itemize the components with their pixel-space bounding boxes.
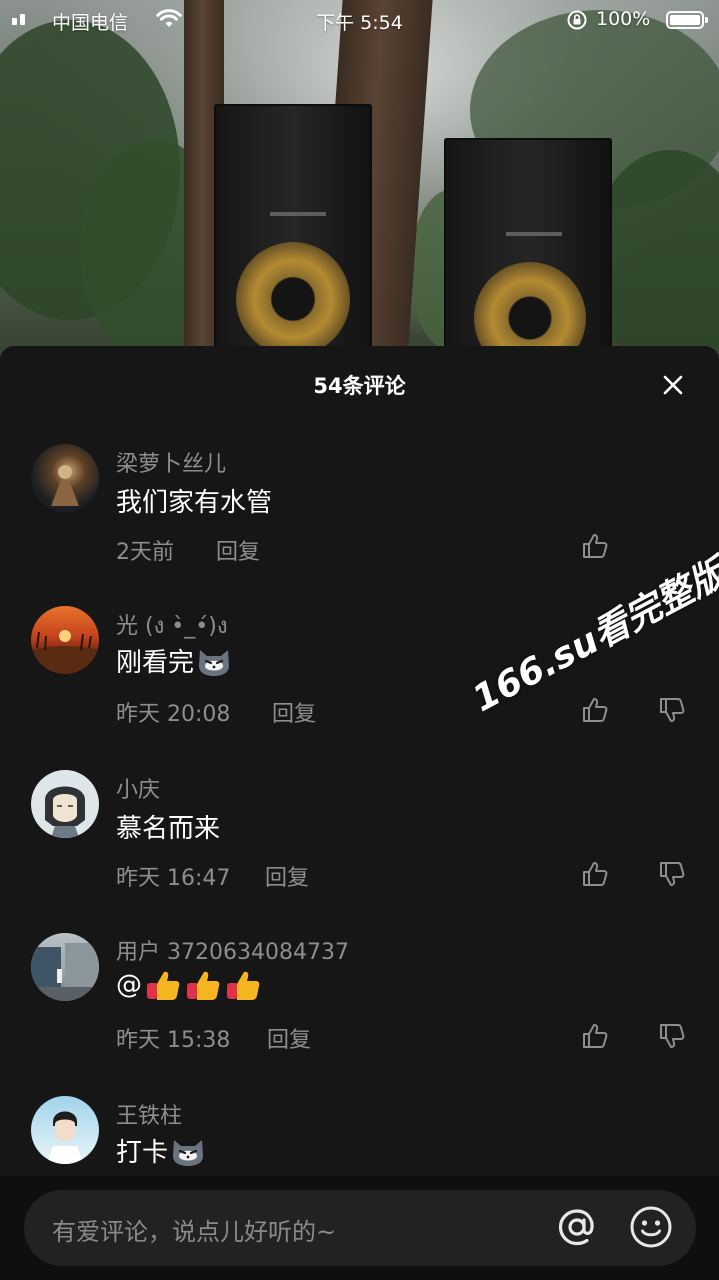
- comment-input[interactable]: 有爱评论，说点儿好听的~: [24, 1190, 696, 1266]
- comment-username[interactable]: 王铁柱: [116, 1098, 182, 1130]
- speaker-left: [214, 104, 372, 360]
- comment-item: 王铁柱 打卡: [0, 1094, 719, 1176]
- cat-emoji-icon: [199, 649, 230, 676]
- comment-text-label: 刚看完: [116, 648, 195, 678]
- battery-percent: 100%: [596, 8, 651, 30]
- reply-button[interactable]: 回复: [272, 696, 316, 728]
- comment-text: 刚看完: [116, 642, 232, 679]
- thumbs-up-emoji-icon: [187, 971, 220, 1000]
- like-icon[interactable]: [581, 532, 609, 560]
- avatar[interactable]: [31, 933, 99, 1001]
- panel-header: 54条评论: [0, 346, 719, 424]
- comment-text: @: [116, 968, 262, 1002]
- dislike-icon[interactable]: [658, 1022, 686, 1050]
- cat-emoji-icon: [173, 1139, 204, 1166]
- battery-icon: [666, 11, 708, 29]
- comment-username[interactable]: 小庆: [116, 772, 160, 804]
- reply-button[interactable]: 回复: [216, 534, 260, 566]
- comment-text: 慕名而来: [116, 808, 220, 845]
- mention-icon[interactable]: [554, 1204, 600, 1250]
- comment-time: 2天前: [116, 540, 174, 565]
- comment-time: 昨天 16:47: [116, 866, 231, 891]
- panel-title: 54条评论: [313, 374, 406, 398]
- avatar[interactable]: [31, 444, 99, 512]
- screen: 中国电信 下午 5:54 100% 54条评论 梁萝卜丝儿 我们家有水管 2天前…: [0, 0, 719, 1280]
- like-icon[interactable]: [581, 860, 609, 888]
- dislike-icon[interactable]: [658, 696, 686, 724]
- rotation-lock-icon: [567, 10, 587, 30]
- comment-time: 昨天 20:08: [116, 702, 231, 727]
- comment-username[interactable]: 梁萝卜丝儿: [116, 446, 226, 478]
- like-icon[interactable]: [581, 1022, 609, 1050]
- comment-username[interactable]: 用户 3720634084737: [116, 934, 349, 966]
- close-icon[interactable]: [656, 368, 690, 402]
- comment-text-label: 打卡: [116, 1138, 169, 1168]
- reply-button[interactable]: 回复: [267, 1022, 311, 1054]
- thumbs-up-emoji-icon: [227, 971, 260, 1000]
- comment-text: 打卡: [116, 1132, 206, 1169]
- comment-item: 小庆 慕名而来 昨天 16:47 回复: [0, 768, 719, 918]
- like-icon[interactable]: [581, 696, 609, 724]
- comment-item: 梁萝卜丝儿 我们家有水管 2天前 回复: [0, 440, 719, 590]
- comment-item: 用户 3720634084737 @ 昨天 15:38 回复: [0, 932, 719, 1082]
- speaker-right: [444, 138, 612, 360]
- video-player[interactable]: [0, 0, 719, 360]
- thumbs-up-emoji-icon: [147, 971, 180, 1000]
- comment-text-label: 慕名而来: [116, 814, 221, 844]
- comment-input-placeholder: 有爱评论，说点儿好听的~: [52, 1218, 337, 1246]
- avatar[interactable]: [31, 606, 99, 674]
- avatar[interactable]: [31, 1096, 99, 1164]
- dislike-icon[interactable]: [658, 860, 686, 888]
- comment-text-label: 我们家有水管: [116, 488, 273, 518]
- avatar[interactable]: [31, 770, 99, 838]
- status-bar: 中国电信 下午 5:54 100%: [0, 0, 719, 40]
- comment-text-label: @: [116, 970, 142, 1000]
- emoji-icon[interactable]: [628, 1204, 674, 1250]
- reply-button[interactable]: 回复: [265, 860, 309, 892]
- comment-username[interactable]: 光 (ง •̀_•́)ง: [116, 608, 228, 643]
- comment-input-bar: 有爱评论，说点儿好听的~: [0, 1176, 719, 1280]
- comment-time: 昨天 15:38: [116, 1028, 231, 1053]
- comment-text: 我们家有水管: [116, 482, 272, 519]
